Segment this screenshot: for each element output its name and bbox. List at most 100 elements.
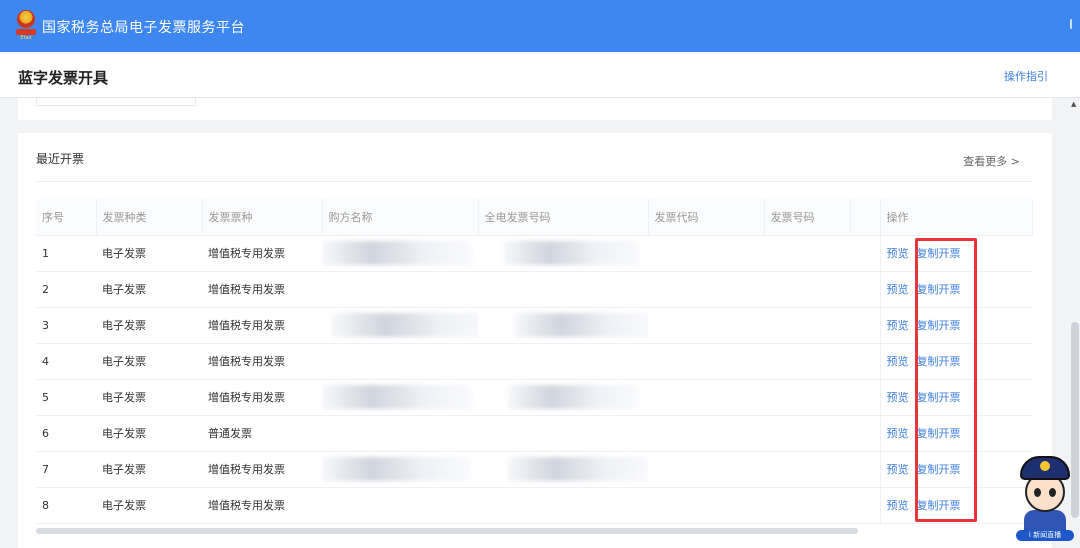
invoice-code-cell bbox=[648, 343, 764, 380]
table-row: 7 电子发票 增值税专用发票 预览 复制开票 bbox=[36, 451, 1032, 488]
invoice-code-cell bbox=[648, 307, 764, 344]
page-title: 蓝字发票开具 bbox=[18, 69, 109, 87]
invoice-number-redacted bbox=[478, 235, 648, 272]
invoice-no-cell bbox=[764, 487, 850, 524]
invoice-code-cell bbox=[648, 451, 764, 488]
invoice-code-cell bbox=[648, 487, 764, 524]
row-kind: 电子发票 bbox=[96, 343, 202, 380]
row-kind: 电子发票 bbox=[96, 235, 202, 272]
invoice-no-cell bbox=[764, 379, 850, 416]
table-row: 1 电子发票 增值税专用发票 预览 复制开票 bbox=[36, 235, 1032, 272]
invoice-no-cell bbox=[764, 415, 850, 452]
preview-link[interactable]: 预览 bbox=[887, 427, 909, 440]
column-header-invoice-number: 全电发票号码 bbox=[478, 199, 649, 236]
buyer-name-redacted bbox=[322, 235, 478, 272]
invoice-number-redacted bbox=[478, 415, 648, 452]
row-kind: 电子发票 bbox=[96, 271, 202, 308]
row-no: 6 bbox=[36, 415, 96, 452]
row-no: 8 bbox=[36, 487, 96, 524]
column-header-invoice-no: 发票号码 bbox=[764, 199, 851, 236]
preview-link[interactable]: 预览 bbox=[887, 391, 909, 404]
invoice-number-redacted bbox=[478, 487, 648, 524]
preview-link[interactable]: 预览 bbox=[887, 283, 909, 296]
invoice-code-cell bbox=[648, 379, 764, 416]
invoice-number-redacted bbox=[478, 343, 648, 380]
top-header-bar: Etax 国家税务总局电子发票服务平台 bbox=[0, 0, 1080, 52]
page-title-bar: 蓝字发票开具 操作指引 bbox=[0, 52, 1080, 98]
main-content: 最近开票 查看更多 > 序号 发票种类 发票票种 购方名称 全电发票号码 发票代… bbox=[18, 98, 1052, 548]
recent-invoices-card: 最近开票 查看更多 > 序号 发票种类 发票票种 购方名称 全电发票号码 发票代… bbox=[18, 133, 1052, 548]
table-row: 5 电子发票 增值税专用发票 预览 复制开票 bbox=[36, 379, 1032, 416]
preview-link[interactable]: 预览 bbox=[887, 463, 909, 476]
invoice-code-cell bbox=[648, 271, 764, 308]
table-row: 4 电子发票 增值税专用发票 预览 复制开票 bbox=[36, 343, 1032, 380]
invoice-no-cell bbox=[764, 307, 850, 344]
row-type: 增值税专用发票 bbox=[202, 379, 322, 416]
invoice-no-cell bbox=[764, 343, 850, 380]
spacer-cell bbox=[850, 307, 880, 344]
previous-section-card bbox=[18, 98, 1052, 120]
buyer-name-redacted bbox=[322, 451, 478, 488]
view-more-link[interactable]: 查看更多 > bbox=[963, 153, 1020, 169]
table-row: 8 电子发票 增值税专用发票 预览 复制开票 bbox=[36, 487, 1032, 524]
tax-officer-mascot-icon: i 新闻直播 bbox=[1014, 452, 1076, 542]
buyer-name-redacted bbox=[322, 487, 478, 524]
recent-invoices-title: 最近开票 bbox=[36, 152, 85, 166]
table-horizontal-scrollbar[interactable] bbox=[36, 528, 858, 534]
table-row: 6 电子发票 普通发票 预览 复制开票 bbox=[36, 415, 1032, 452]
column-header-spacer bbox=[850, 199, 881, 236]
buyer-name-redacted bbox=[322, 379, 478, 416]
spacer-cell bbox=[850, 379, 880, 416]
row-kind: 电子发票 bbox=[96, 415, 202, 452]
copy-invoice-highlight-box bbox=[915, 238, 977, 522]
row-type: 增值税专用发票 bbox=[202, 487, 322, 524]
spacer-cell bbox=[850, 271, 880, 308]
column-header-no: 序号 bbox=[36, 199, 97, 236]
invoice-number-redacted bbox=[478, 307, 648, 344]
invoice-no-cell bbox=[764, 235, 850, 272]
operation-guide-link[interactable]: 操作指引 bbox=[1004, 68, 1048, 84]
row-type: 普通发票 bbox=[202, 415, 322, 452]
row-type: 增值税专用发票 bbox=[202, 307, 322, 344]
tax-emblem-icon: Etax bbox=[16, 10, 36, 41]
emblem-text: Etax bbox=[20, 35, 32, 41]
preview-link[interactable]: 预览 bbox=[887, 247, 909, 260]
table-row: 2 电子发票 增值税专用发票 预览 复制开票 bbox=[36, 271, 1032, 308]
invoice-code-cell bbox=[648, 415, 764, 452]
buyer-name-redacted bbox=[322, 343, 478, 380]
recent-invoices-table: 序号 发票种类 发票票种 购方名称 全电发票号码 发票代码 发票号码 操作 1 … bbox=[36, 199, 1033, 524]
spacer-cell bbox=[850, 415, 880, 452]
row-kind: 电子发票 bbox=[96, 487, 202, 524]
column-header-actions: 操作 bbox=[879, 199, 1033, 236]
preview-link[interactable]: 预览 bbox=[887, 319, 909, 332]
invoice-number-redacted bbox=[478, 451, 648, 488]
row-no: 7 bbox=[36, 451, 96, 488]
table-header-row: 序号 发票种类 发票票种 购方名称 全电发票号码 发票代码 发票号码 操作 bbox=[36, 199, 1033, 236]
preview-link[interactable]: 预览 bbox=[887, 355, 909, 368]
buyer-name-redacted bbox=[322, 271, 478, 308]
buyer-name-redacted bbox=[322, 307, 478, 344]
preview-link[interactable]: 预览 bbox=[887, 499, 909, 512]
platform-title: 国家税务总局电子发票服务平台 bbox=[42, 20, 245, 36]
row-kind: 电子发票 bbox=[96, 307, 202, 344]
row-no: 3 bbox=[36, 307, 96, 344]
spacer-cell bbox=[850, 451, 880, 488]
row-type: 增值税专用发票 bbox=[202, 343, 322, 380]
header-menu-handle-icon[interactable] bbox=[1070, 19, 1072, 29]
invoice-number-redacted bbox=[478, 271, 648, 308]
invoice-number-redacted bbox=[478, 379, 648, 416]
row-no: 2 bbox=[36, 271, 96, 308]
column-header-type: 发票票种 bbox=[202, 199, 323, 236]
card-divider bbox=[36, 181, 1032, 182]
row-no: 4 bbox=[36, 343, 96, 380]
row-type: 增值税专用发票 bbox=[202, 271, 322, 308]
scroll-up-arrow-icon[interactable]: ▲ bbox=[1071, 100, 1076, 108]
row-no: 5 bbox=[36, 379, 96, 416]
buyer-name-redacted bbox=[322, 415, 478, 452]
row-type: 增值税专用发票 bbox=[202, 235, 322, 272]
column-header-kind: 发票种类 bbox=[96, 199, 203, 236]
spacer-cell bbox=[850, 343, 880, 380]
invoice-no-cell bbox=[764, 451, 850, 488]
row-type: 增值税专用发票 bbox=[202, 451, 322, 488]
invoice-code-cell bbox=[648, 235, 764, 272]
